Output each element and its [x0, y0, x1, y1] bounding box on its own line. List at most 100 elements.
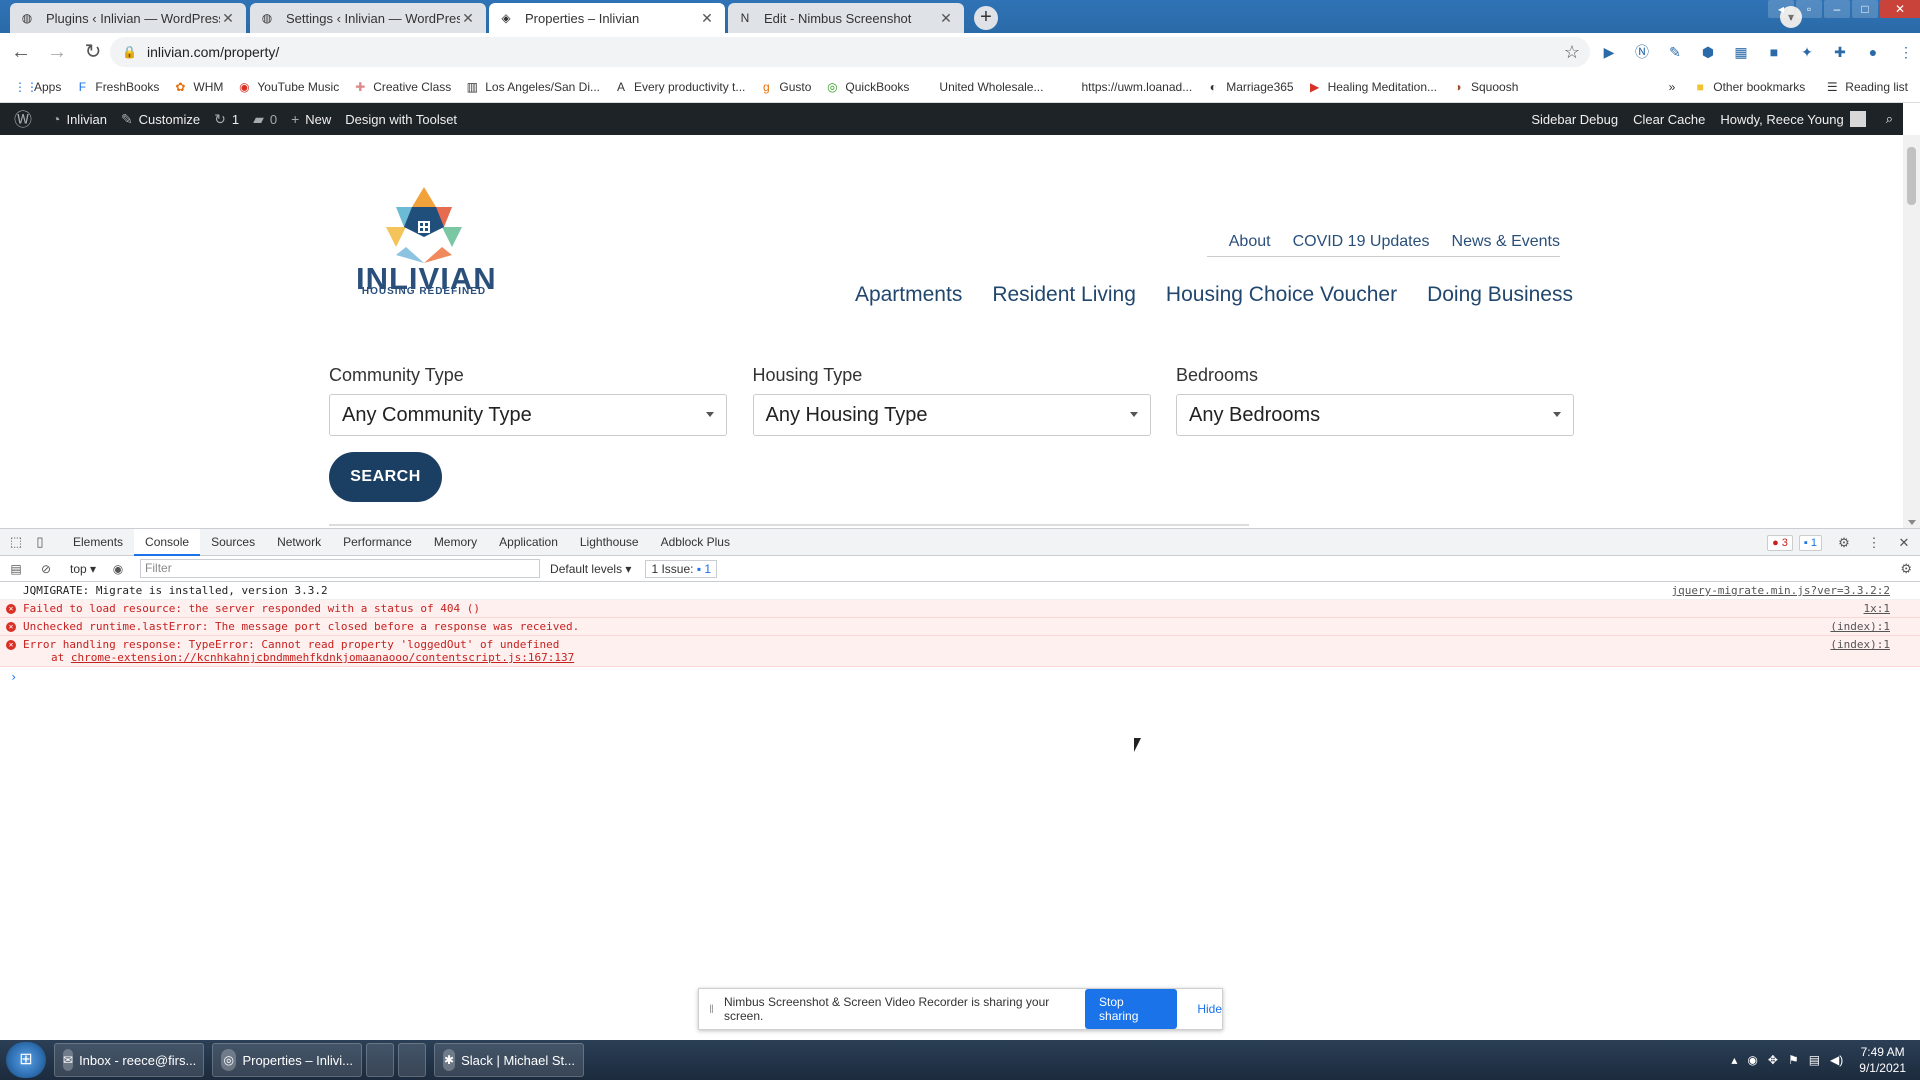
bookmark-los-angeles[interactable]: ▥ Los Angeles/San Di...: [465, 80, 600, 94]
devtools-tab-network[interactable]: Network: [266, 529, 332, 556]
nav-link-news-events[interactable]: News & Events: [1452, 233, 1560, 251]
security-shield-icon[interactable]: ◉: [1747, 1053, 1757, 1067]
clear-cache-link[interactable]: Clear Cache: [1633, 112, 1705, 127]
close-tab-icon[interactable]: ✕: [220, 10, 236, 27]
profile-avatar-icon[interactable]: ●: [1862, 41, 1884, 63]
minimize-icon[interactable]: –: [1824, 0, 1850, 18]
message-source-link[interactable]: (index):1: [1830, 620, 1890, 633]
show-sidebar-icon[interactable]: ▤: [8, 562, 24, 576]
bookmark-freshbooks[interactable]: F FreshBooks: [75, 80, 160, 94]
sidebar-debug-link[interactable]: Sidebar Debug: [1531, 112, 1618, 127]
inspect-element-icon[interactable]: ⬚: [8, 534, 24, 550]
live-expression-eye-icon[interactable]: ◉: [110, 562, 126, 576]
bookmark-gusto[interactable]: g Gusto: [759, 80, 811, 94]
window-icon[interactable]: ▫: [1796, 0, 1822, 18]
devtools-tab-sources[interactable]: Sources: [200, 529, 266, 556]
scrollbar-thumb[interactable]: [1907, 147, 1916, 205]
devtools-tab-application[interactable]: Application: [488, 529, 569, 556]
console-settings-gear-icon[interactable]: ⚙: [1900, 561, 1912, 577]
info-count-badge[interactable]: ▪ 1: [1798, 534, 1822, 551]
volume-icon[interactable]: ◀): [1830, 1053, 1843, 1067]
abp-extension-icon[interactable]: ⬢: [1697, 41, 1719, 63]
devtools-settings-gear-icon[interactable]: ⚙: [1836, 535, 1852, 551]
maximize-icon[interactable]: □: [1852, 0, 1878, 18]
wp-toolset-link[interactable]: Design with Toolset: [345, 112, 457, 127]
bedrooms-select[interactable]: Any Bedrooms: [1176, 394, 1574, 436]
show-hidden-icons-icon[interactable]: ▴: [1731, 1053, 1737, 1067]
log-levels-dropdown[interactable]: Default levels ▾: [550, 562, 631, 576]
trello-extension-icon[interactable]: ▦: [1730, 41, 1752, 63]
back-arrow-icon[interactable]: ←: [6, 37, 36, 67]
devtools-tab-console[interactable]: Console: [134, 528, 201, 556]
bookmark-youtube-music[interactable]: ◉ YouTube Music: [237, 80, 339, 94]
devtools-more-menu-icon[interactable]: ⋮: [1866, 535, 1882, 551]
bookmark-whm[interactable]: ✿ WHM: [173, 80, 223, 94]
close-tab-icon[interactable]: ✕: [938, 10, 954, 27]
hide-button[interactable]: Hide: [1197, 1002, 1222, 1016]
start-button-icon[interactable]: ⊞: [6, 1042, 46, 1078]
address-bar[interactable]: 🔒 inlivian.com/property/ ☆: [110, 37, 1590, 67]
lastpass-extension-icon[interactable]: ■: [1763, 41, 1785, 63]
bookmark-marriage365[interactable]: ◐ Marriage365: [1206, 80, 1294, 94]
devtools-tab-memory[interactable]: Memory: [423, 529, 488, 556]
bookmark-quickbooks[interactable]: ◎ QuickBooks: [825, 80, 909, 94]
bookmarks-overflow-button[interactable]: »: [1669, 80, 1676, 94]
restore-icon[interactable]: ◂: [1768, 0, 1794, 18]
system-clock[interactable]: 7:49 AM 9/1/2021: [1859, 1044, 1906, 1076]
browser-tab-properties[interactable]: ◈ Properties – Inlivian ✕: [489, 3, 725, 33]
nav-link-housing-choice-voucher[interactable]: Housing Choice Voucher: [1166, 283, 1397, 307]
issues-button[interactable]: 1 Issue: ▪ 1: [645, 559, 718, 578]
close-tab-icon[interactable]: ✕: [460, 10, 476, 27]
chrome-menu-icon[interactable]: ⋮: [1895, 41, 1917, 63]
wp-new-content-link[interactable]: + New: [291, 111, 331, 127]
devtools-tab-elements[interactable]: Elements: [62, 529, 134, 556]
search-button[interactable]: SEARCH: [329, 452, 442, 502]
bookmark-creative-class[interactable]: ✚ Creative Class: [353, 80, 451, 94]
reload-icon[interactable]: ↻: [78, 37, 108, 67]
stack-trace-link[interactable]: chrome-extension://kcnhkahnjcbndmmehfkdn…: [71, 651, 574, 664]
message-source-link[interactable]: jquery-migrate.min.js?ver=3.3.2:2: [1671, 584, 1890, 597]
wp-site-name-link[interactable]: ◔ Inlivian: [52, 111, 107, 127]
devtools-tab-adblock-plus[interactable]: Adblock Plus: [650, 529, 741, 556]
wp-customize-link[interactable]: ✎ Customize: [121, 111, 200, 128]
browser-tab-nimbus[interactable]: N Edit - Nimbus Screenshot ✕: [728, 3, 964, 33]
wp-logo-icon[interactable]: Ⓦ: [14, 106, 38, 132]
error-count-badge[interactable]: ● 3: [1767, 534, 1793, 551]
scroll-down-arrow-icon[interactable]: [1908, 520, 1916, 525]
drag-handle-icon[interactable]: ‖: [709, 1002, 714, 1016]
nimbus-extension-icon[interactable]: Ⓝ: [1631, 41, 1653, 63]
page-scrollbar[interactable]: [1903, 135, 1920, 528]
new-tab-button[interactable]: +: [974, 6, 998, 30]
reading-list-button[interactable]: ☰ Reading list: [1825, 80, 1908, 94]
close-tab-icon[interactable]: ✕: [699, 10, 715, 27]
other-bookmarks-folder[interactable]: ■ Other bookmarks: [1693, 80, 1806, 94]
bookmark-star-icon[interactable]: ☆: [1564, 42, 1580, 63]
browser-tab-settings[interactable]: ◍ Settings ‹ Inlivian — WordPress ✕: [250, 3, 486, 33]
devtools-close-icon[interactable]: ✕: [1896, 535, 1912, 551]
network-icon[interactable]: ▤: [1809, 1053, 1820, 1067]
nav-link-covid[interactable]: COVID 19 Updates: [1293, 233, 1430, 251]
forward-arrow-icon[interactable]: →: [42, 37, 72, 67]
message-source-link[interactable]: (index):1: [1830, 638, 1890, 651]
taskbar-item-slack[interactable]: ✱ Slack | Michael St...: [434, 1043, 584, 1077]
wp-account-link[interactable]: Howdy, Reece Young: [1720, 111, 1866, 127]
stop-sharing-button[interactable]: Stop sharing: [1085, 989, 1178, 1029]
bookmark-united-wholesale[interactable]: United Wholesale...: [939, 80, 1043, 94]
action-center-flag-icon[interactable]: ⚑: [1788, 1053, 1799, 1067]
evernote-extension-icon[interactable]: ✎: [1664, 41, 1686, 63]
taskbar-item-chrome[interactable]: ◎ Properties – Inlivi...: [212, 1043, 362, 1077]
wp-comments-link[interactable]: ▰ 0: [253, 111, 277, 128]
taskbar-item-chrome-3[interactable]: [398, 1043, 426, 1077]
play-extension-icon[interactable]: ▶: [1598, 41, 1620, 63]
housing-type-select[interactable]: Any Housing Type: [752, 394, 1151, 436]
toolset-extension-icon[interactable]: ✦: [1796, 41, 1818, 63]
bookmark-healing-meditation[interactable]: ▶ Healing Meditation...: [1308, 80, 1437, 94]
lock-icon[interactable]: 🔒: [122, 45, 137, 59]
taskbar-item-outlook[interactable]: ✉ Inbox - reece@firs...: [54, 1043, 204, 1077]
wp-search-icon[interactable]: ⌕: [1886, 111, 1893, 127]
context-select[interactable]: top ▾: [70, 562, 96, 576]
devtools-tab-lighthouse[interactable]: Lighthouse: [569, 529, 650, 556]
browser-tab-plugins[interactable]: ◍ Plugins ‹ Inlivian — WordPress ✕: [10, 3, 246, 33]
bookmark-productivity[interactable]: A Every productivity t...: [614, 80, 745, 94]
message-source-link[interactable]: 1x:1: [1864, 602, 1891, 615]
